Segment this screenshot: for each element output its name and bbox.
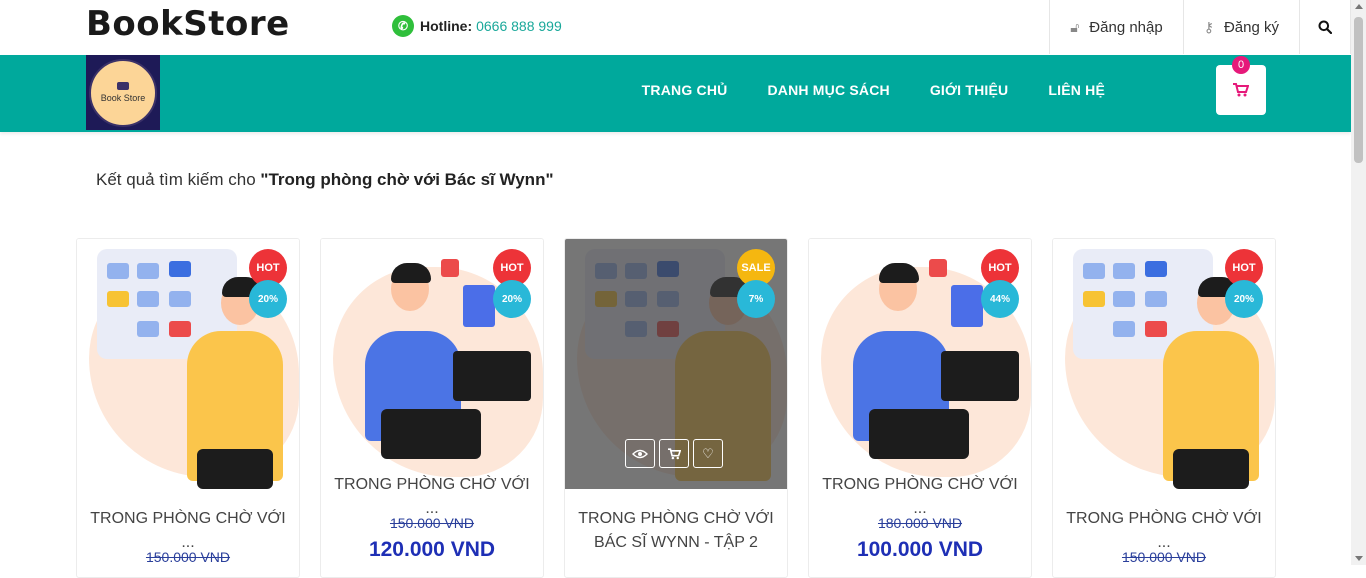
search-icon [1318,20,1332,34]
product-card[interactable]: HOT 20% TRONG PHÒNG CHỜ VỚI ... 150.000 … [76,238,300,578]
login-label: Đăng nhập [1089,18,1163,36]
product-title[interactable]: TRONG PHÒNG CHỜ VỚI ... [809,473,1031,521]
product-price: 100.000 VND [856,538,984,561]
scrollbar-thumb[interactable] [1354,17,1363,163]
logo-text: Book Store [100,93,146,103]
hotline-label: Hotline: [420,18,473,34]
product-title[interactable]: TRONG PHÒNG CHỜ VỚI ... [321,473,543,521]
illustration-docs [951,285,983,327]
cart-icon [1233,83,1249,97]
product-card[interactable]: HOT 20% TRONG PHÒNG CHỜ VỚI ... 150.000 … [320,238,544,578]
product-image[interactable]: HOT 44% [809,239,1031,489]
search-result-heading: Kết quả tìm kiếm cho "Trong phòng chờ vớ… [96,170,554,190]
nav-item-contact[interactable]: LIÊN HỆ [1048,82,1105,98]
phone-icon: ✆ [392,15,414,37]
scroll-up-arrow-icon[interactable] [1355,4,1363,9]
search-result-prefix: Kết quả tìm kiếm cho [96,170,261,189]
nav-item-about[interactable]: GIỚI THIỆU [930,82,1009,98]
heart-icon: ♡ [702,445,714,461]
register-link[interactable]: ⚷ Đăng ký [1182,0,1299,54]
scroll-down-arrow-icon[interactable] [1355,556,1363,561]
product-image[interactable]: SALE 7% ♡ [565,239,787,489]
illustration-docs [463,285,495,327]
nav-item-home[interactable]: TRANG CHỦ [642,82,728,98]
main-navbar: Book Store TRANG CHỦ DANH MỤC SÁCH GIỚI … [0,55,1351,132]
eye-icon [632,449,648,458]
brand-logo[interactable]: BookStore [86,4,290,44]
product-image[interactable]: HOT 20% [321,239,543,489]
wishlist-button[interactable]: ♡ [693,439,723,468]
discount-badge: 20% [249,280,287,318]
add-to-cart-button[interactable] [659,439,689,468]
store-logo[interactable]: Book Store [86,55,160,130]
nav-menu: TRANG CHỦ DANH MỤC SÁCH GIỚI THIỆU LIÊN … [642,82,1105,98]
quick-actions: ♡ [625,439,723,468]
product-title[interactable]: TRONG PHÒNG CHỜ VỚI BÁC SĨ WYNN - TẬP 2 [565,507,787,555]
hotline: ✆ Hotline: 0666 888 999 [392,15,562,37]
book-icon [117,82,129,90]
product-title[interactable]: TRONG PHÒNG CHỜ VỚI ... [77,507,299,555]
cart-button[interactable]: 0 [1216,56,1266,115]
discount-badge: 7% [737,280,775,318]
product-card[interactable]: SALE 7% ♡ TRONG PHÒNG CHỜ VỚI BÁC SĨ WYN… [564,238,788,578]
search-button[interactable] [1299,0,1351,54]
top-bar: BookStore ✆ Hotline: 0666 888 999 🔓︎ Đăn… [0,0,1351,55]
logo-badge: Book Store [89,58,157,127]
discount-badge: 44% [981,280,1019,318]
product-price: 120.000 VND [368,538,496,561]
product-old-price: 150.000 VND [145,549,231,565]
product-old-price: 150.000 VND [1121,549,1207,565]
cart-count-badge: 0 [1232,56,1250,74]
nav-item-categories[interactable]: DANH MỤC SÁCH [767,82,889,98]
page-scrollbar[interactable] [1351,0,1366,565]
quick-view-button[interactable] [625,439,655,468]
cart-icon [667,447,681,459]
product-old-price: 180.000 VND [877,515,963,531]
product-image[interactable]: HOT 20% [1053,239,1275,489]
auth-links: 🔓︎ Đăng nhập ⚷ Đăng ký [1049,0,1351,54]
hotline-number[interactable]: 0666 888 999 [476,18,562,34]
search-query: "Trong phòng chờ với Bác sĩ Wynn" [260,170,554,189]
product-title[interactable]: TRONG PHÒNG CHỜ VỚI ... [1053,507,1275,555]
product-old-price: 150.000 VND [389,515,475,531]
product-card[interactable]: HOT 44% TRONG PHÒNG CHỜ VỚI ... 180.000 … [808,238,1032,578]
product-image[interactable]: HOT 20% [77,239,299,489]
discount-badge: 20% [493,280,531,318]
register-label: Đăng ký [1223,18,1279,36]
product-card[interactable]: HOT 20% TRONG PHÒNG CHỜ VỚI ... 150.000 … [1052,238,1276,578]
login-link[interactable]: 🔓︎ Đăng nhập [1049,0,1182,54]
key-icon: ⚷ [1203,18,1214,35]
lock-icon: 🔓︎ [1070,18,1080,35]
discount-badge: 20% [1225,280,1263,318]
